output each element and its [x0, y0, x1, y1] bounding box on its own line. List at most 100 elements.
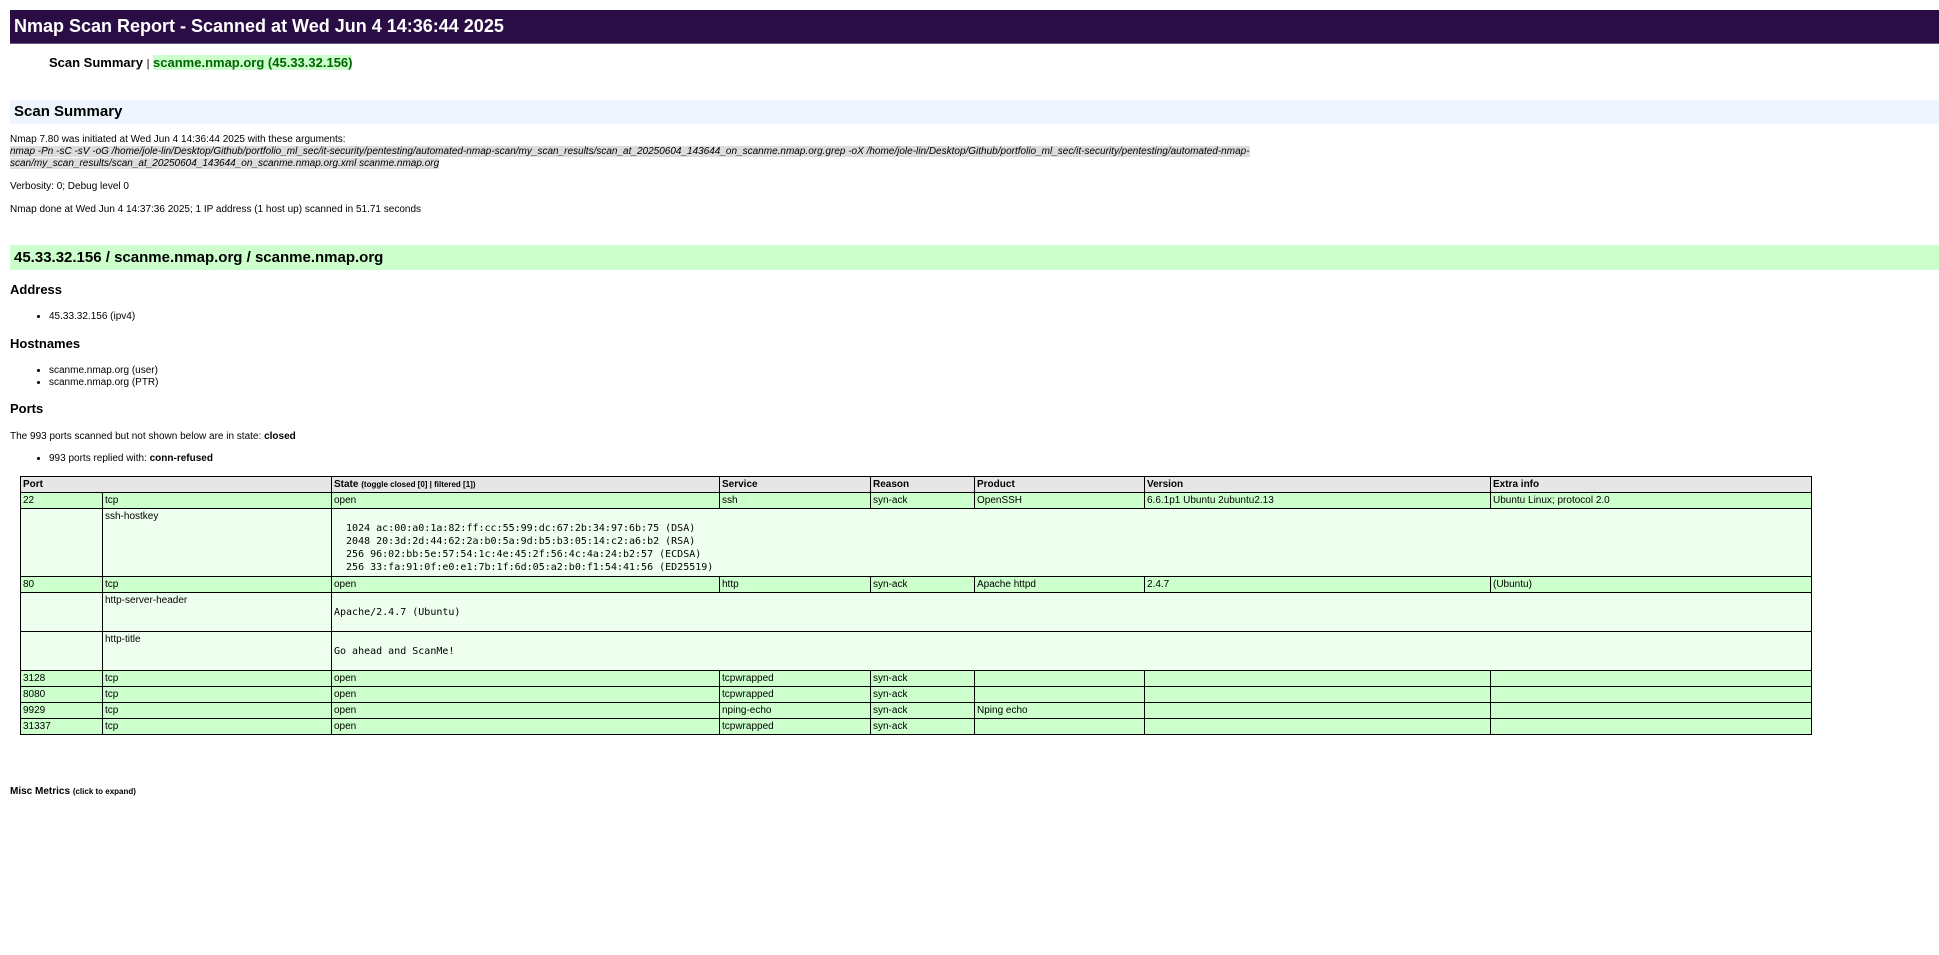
extraports-reasons-list: 993 ports replied with: conn-refused: [49, 453, 213, 465]
port-service: tcpwrapped: [719, 686, 871, 703]
port-state: open: [331, 686, 720, 703]
port-reason: syn-ack: [870, 702, 975, 719]
port-version: [1144, 718, 1491, 735]
port-row-9929: 9929 tcp open nping-echo syn-ack Nping e…: [20, 702, 1812, 719]
script-row-ssh-hostkey: ssh-hostkey 1024 ac:00:a0:1a:82:ff:cc:55…: [20, 508, 1812, 577]
script-name: http-title: [102, 631, 332, 671]
report-title: Nmap Scan Report - Scanned at Wed Jun 4 …: [10, 10, 1939, 44]
port-reason: syn-ack: [870, 492, 975, 509]
hostname-item-ptr: scanme.nmap.org (PTR): [49, 377, 158, 389]
port-product: [974, 718, 1145, 735]
extraports-reason-item: 993 ports replied with: conn-refused: [49, 453, 213, 465]
extraports-reason: conn-refused: [149, 453, 213, 464]
extraports-text: The 993 ports scanned but not shown belo…: [10, 431, 296, 442]
port-row-31337: 31337 tcp open tcpwrapped syn-ack: [20, 718, 1812, 735]
port-service: ssh: [719, 492, 871, 509]
port-extra-info: [1490, 686, 1812, 703]
port-row-22: 22 tcp open ssh syn-ack OpenSSH 6.6.1p1 …: [20, 492, 1812, 509]
port-protocol: tcp: [102, 670, 332, 687]
port-reason: syn-ack: [870, 670, 975, 687]
port-extra-info: [1490, 670, 1812, 687]
col-header-product: Product: [974, 476, 1145, 493]
port-service: tcpwrapped: [719, 670, 871, 687]
port-version: 6.6.1p1 Ubuntu 2ubuntu2.13: [1144, 492, 1491, 509]
port-number: 3128: [20, 670, 103, 687]
scan-arguments-line-2: scan/my_scan_results/scan_at_20250604_14…: [10, 158, 440, 169]
toc-separator: |: [146, 58, 150, 70]
col-header-version: Version: [1144, 476, 1491, 493]
toc-scan-summary-link[interactable]: Scan Summary: [49, 55, 143, 70]
address-heading: Address: [10, 282, 63, 297]
extraports-state: closed: [264, 431, 296, 442]
port-extra-info: (Ubuntu): [1490, 576, 1812, 593]
toc-host-link[interactable]: scanme.nmap.org (45.33.32.156): [153, 55, 353, 70]
script-output: Go ahead and ScanMe!: [331, 631, 1812, 671]
port-service: tcpwrapped: [719, 718, 871, 735]
port-extra-info: Ubuntu Linux; protocol 2.0: [1490, 492, 1812, 509]
misc-metrics-hint: (click to expand): [72, 787, 136, 796]
port-protocol: tcp: [102, 686, 332, 703]
port-number: 9929: [20, 702, 103, 719]
col-header-extra-info: Extra info: [1490, 476, 1812, 493]
ports-heading: Ports: [10, 401, 44, 416]
scan-done-text: Nmap done at Wed Jun 4 14:37:36 2025; 1 …: [10, 204, 422, 215]
misc-metrics-toggle[interactable]: Misc Metrics (click to expand): [10, 786, 136, 797]
port-row-80: 80 tcp open http syn-ack Apache httpd 2.…: [20, 576, 1812, 593]
port-extra-info: [1490, 718, 1812, 735]
table-header-row: Port State (toggle closed [0] | filtered…: [20, 476, 1812, 493]
table-of-contents: Scan Summary | scanme.nmap.org (45.33.32…: [49, 55, 353, 70]
ports-table: Port State (toggle closed [0] | filtered…: [20, 476, 1812, 735]
port-protocol: tcp: [102, 576, 332, 593]
port-number: 22: [20, 492, 103, 509]
port-reason: syn-ack: [870, 718, 975, 735]
port-product: [974, 670, 1145, 687]
port-extra-info: [1490, 702, 1812, 719]
port-service: nping-echo: [719, 702, 871, 719]
col-header-port: Port: [20, 476, 332, 493]
port-product: [974, 686, 1145, 703]
address-list: 45.33.32.156 (ipv4): [49, 311, 135, 323]
script-output: Apache/2.4.7 (Ubuntu): [331, 592, 1812, 632]
port-version: [1144, 686, 1491, 703]
col-header-reason: Reason: [870, 476, 975, 493]
port-version: [1144, 702, 1491, 719]
port-protocol: tcp: [102, 718, 332, 735]
hostnames-heading: Hostnames: [10, 336, 81, 351]
port-version: 2.4.7: [1144, 576, 1491, 593]
script-output: 1024 ac:00:a0:1a:82:ff:cc:55:99:dc:67:2b…: [331, 508, 1812, 577]
port-state: open: [331, 492, 720, 509]
port-protocol: tcp: [102, 492, 332, 509]
port-state: open: [331, 670, 720, 687]
col-header-state: State (toggle closed [0] | filtered [1]): [331, 476, 720, 493]
port-state: open: [331, 702, 720, 719]
port-service: http: [719, 576, 871, 593]
scan-initiated-text: Nmap 7.80 was initiated at Wed Jun 4 14:…: [10, 134, 346, 145]
hostname-item-user: scanme.nmap.org (user): [49, 365, 158, 377]
script-row-http-title: http-title Go ahead and ScanMe!: [20, 631, 1812, 671]
port-number: 8080: [20, 686, 103, 703]
port-number: 31337: [20, 718, 103, 735]
port-number: 80: [20, 576, 103, 593]
port-row-8080: 8080 tcp open tcpwrapped syn-ack: [20, 686, 1812, 703]
script-row-http-server-header: http-server-header Apache/2.4.7 (Ubuntu): [20, 592, 1812, 632]
port-reason: syn-ack: [870, 576, 975, 593]
port-product: Nping echo: [974, 702, 1145, 719]
port-state: open: [331, 576, 720, 593]
port-state: open: [331, 718, 720, 735]
scan-summary-heading: Scan Summary: [10, 100, 1939, 124]
port-version: [1144, 670, 1491, 687]
col-header-service: Service: [719, 476, 871, 493]
hostnames-list: scanme.nmap.org (user) scanme.nmap.org (…: [49, 365, 158, 389]
port-protocol: tcp: [102, 702, 332, 719]
port-product: OpenSSH: [974, 492, 1145, 509]
toggle-closed-filtered-link[interactable]: (toggle closed [0] | filtered [1]): [361, 480, 475, 489]
scan-arguments-line-1: nmap -Pn -sC -sV -oG /home/jole-lin/Desk…: [10, 146, 1250, 157]
address-item: 45.33.32.156 (ipv4): [49, 311, 135, 323]
script-name: http-server-header: [102, 592, 332, 632]
verbosity-text: Verbosity: 0; Debug level 0: [10, 181, 129, 192]
script-name: ssh-hostkey: [102, 508, 332, 577]
port-reason: syn-ack: [870, 686, 975, 703]
port-product: Apache httpd: [974, 576, 1145, 593]
port-row-3128: 3128 tcp open tcpwrapped syn-ack: [20, 670, 1812, 687]
host-heading[interactable]: 45.33.32.156 / scanme.nmap.org / scanme.…: [10, 245, 1939, 270]
